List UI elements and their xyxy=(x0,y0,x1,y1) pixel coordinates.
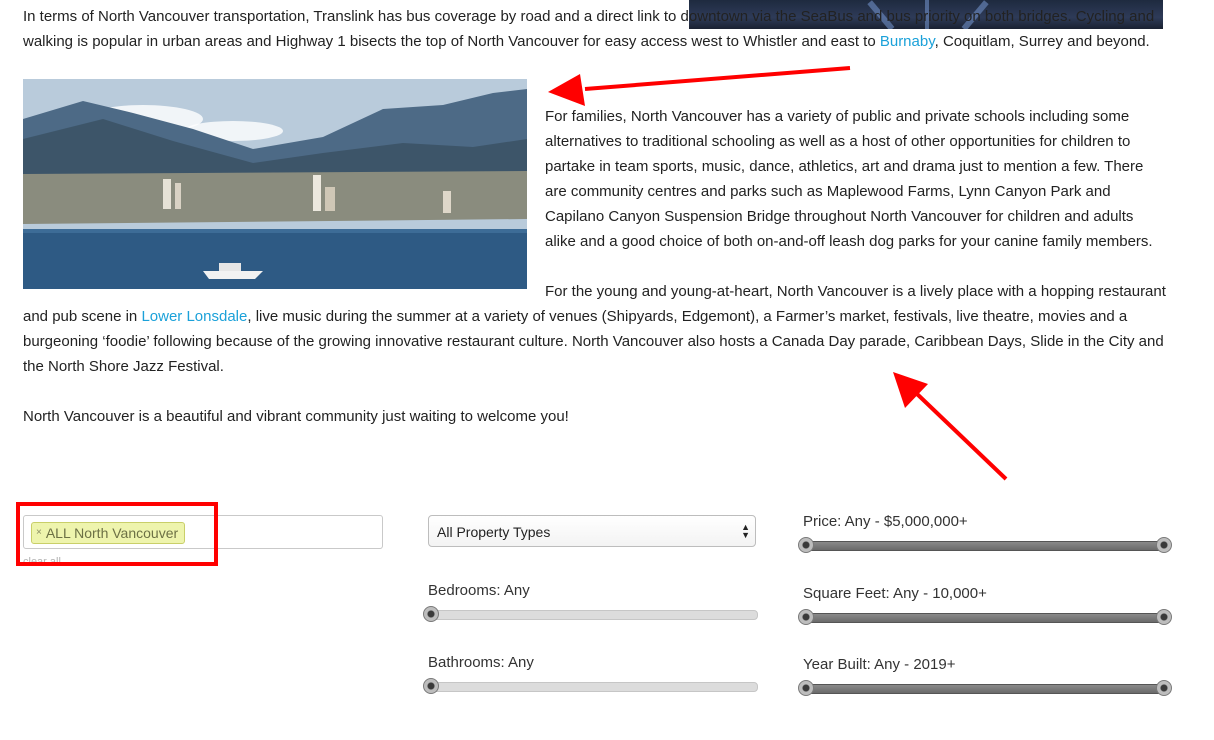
property-type-select[interactable]: All Property Types ▲ ▼ xyxy=(428,515,756,547)
year-built-max-handle[interactable] xyxy=(1156,680,1172,696)
location-tag[interactable]: × ALL North Vancouver xyxy=(31,522,186,544)
select-arrows-icon: ▲ ▼ xyxy=(741,522,750,540)
lower-lonsdale-link[interactable]: Lower Lonsdale xyxy=(141,308,247,325)
burnaby-link[interactable]: Burnaby xyxy=(880,33,935,50)
square-feet-slider[interactable] xyxy=(798,609,1172,625)
young-at-heart-paragraph: For the young and young-at-heart, North … xyxy=(23,279,1173,379)
property-type-value: All Property Types xyxy=(437,524,551,540)
transportation-text-2: , Coquitlam, Surrey and beyond. xyxy=(934,33,1150,50)
square-feet-max-handle[interactable] xyxy=(1156,609,1172,625)
bathrooms-slider[interactable] xyxy=(423,678,758,694)
annotation-arrow-top-shaft xyxy=(584,66,851,91)
square-feet-label: Square Feet: Any - 10,000+ xyxy=(803,585,987,602)
clear-all-link[interactable]: clear all xyxy=(23,556,61,568)
remove-tag-icon[interactable]: × xyxy=(36,523,42,543)
annotation-arrow-bottom-shaft xyxy=(913,390,1008,481)
transportation-paragraph: In terms of North Vancouver transportati… xyxy=(23,4,1173,54)
bedrooms-slider[interactable] xyxy=(423,606,758,622)
year-built-slider[interactable] xyxy=(798,680,1172,696)
location-search-input[interactable]: × ALL North Vancouver xyxy=(23,515,383,549)
price-slider[interactable] xyxy=(798,537,1172,553)
square-feet-min-handle[interactable] xyxy=(798,609,814,625)
year-built-min-handle[interactable] xyxy=(798,680,814,696)
price-max-handle[interactable] xyxy=(1156,537,1172,553)
location-tag-label: ALL North Vancouver xyxy=(45,525,179,541)
bedrooms-min-handle[interactable] xyxy=(423,606,439,622)
families-paragraph: For families, North Vancouver has a vari… xyxy=(545,108,1153,250)
bathrooms-label: Bathrooms: Any xyxy=(428,654,534,671)
annotation-arrow-top-head xyxy=(548,74,585,106)
welcome-paragraph: North Vancouver is a beautiful and vibra… xyxy=(23,408,569,425)
price-label: Price: Any - $5,000,000+ xyxy=(803,513,968,530)
bathrooms-min-handle[interactable] xyxy=(423,678,439,694)
bedrooms-label: Bedrooms: Any xyxy=(428,582,530,599)
north-vancouver-photo xyxy=(23,79,527,289)
price-min-handle[interactable] xyxy=(798,537,814,553)
year-built-label: Year Built: Any - 2019+ xyxy=(803,656,956,673)
